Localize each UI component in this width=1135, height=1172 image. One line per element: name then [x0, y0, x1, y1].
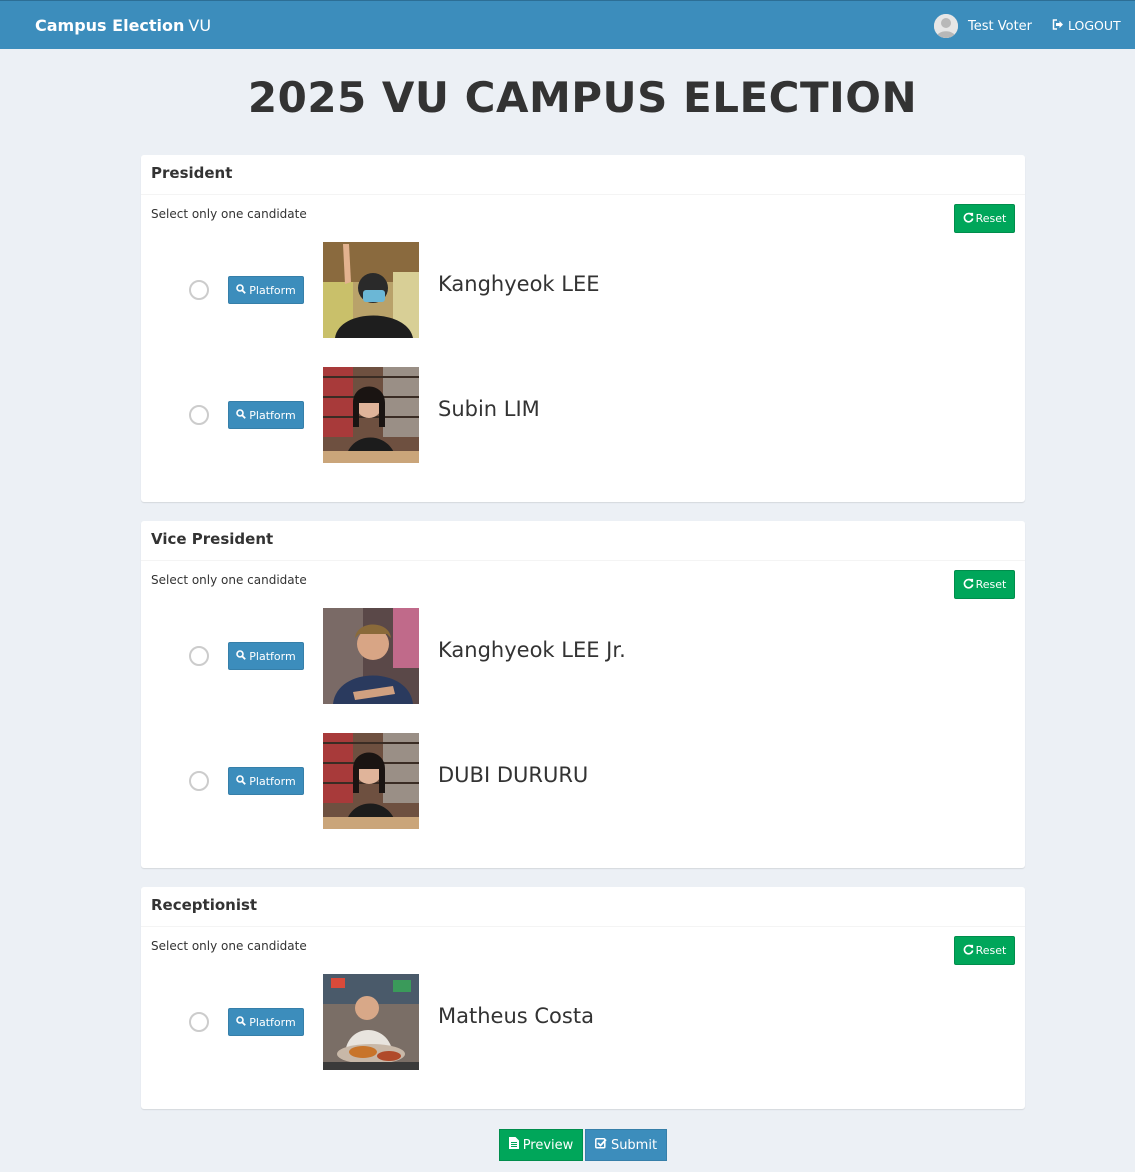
- position-box-vice-president: Vice President Select only one candidate…: [141, 521, 1025, 868]
- candidate-name: DUBI DURURU: [438, 763, 589, 787]
- submit-button[interactable]: Submit: [585, 1129, 667, 1161]
- search-icon: [236, 408, 249, 422]
- platform-label: Platform: [249, 283, 296, 297]
- platform-label: Platform: [249, 649, 296, 663]
- brand-name: Campus Election: [35, 16, 185, 35]
- search-icon: [236, 649, 249, 663]
- search-icon: [236, 1015, 249, 1029]
- reset-label: Reset: [975, 944, 1007, 957]
- submit-label: Submit: [610, 1137, 658, 1153]
- candidate-radio[interactable]: [189, 405, 209, 425]
- candidate-photo: [323, 242, 419, 338]
- candidate-name: Kanghyeok LEE: [438, 272, 600, 296]
- candidate-row: Platform Kanghyeok LEE Jr.: [141, 608, 1025, 704]
- preview-label: Preview: [522, 1137, 574, 1153]
- candidate-photo: [323, 608, 419, 704]
- refresh-icon: [963, 578, 976, 592]
- refresh-icon: [963, 944, 976, 958]
- position-title: Receptionist: [141, 887, 1025, 927]
- candidate-photo: [323, 974, 419, 1070]
- candidate-photo: [323, 367, 419, 463]
- app-brand[interactable]: Campus Election VU: [35, 16, 211, 35]
- platform-button[interactable]: Platform: [228, 1008, 304, 1036]
- position-instruction: Select only one candidate: [151, 939, 307, 953]
- platform-button[interactable]: Platform: [228, 276, 304, 304]
- position-box-president: President Select only one candidate Rese…: [141, 155, 1025, 502]
- position-title: Vice President: [141, 521, 1025, 561]
- logout-link[interactable]: LOGOUT: [1052, 18, 1121, 33]
- position-title: President: [141, 155, 1025, 195]
- candidate-photo: [323, 733, 419, 829]
- logout-label: LOGOUT: [1068, 18, 1121, 33]
- candidate-name: Kanghyeok LEE Jr.: [438, 638, 626, 662]
- position-box-receptionist: Receptionist Select only one candidate R…: [141, 887, 1025, 1109]
- page-title: 2025 VU CAMPUS ELECTION: [247, 73, 918, 122]
- candidate-name: Matheus Costa: [438, 1004, 594, 1028]
- candidate-radio[interactable]: [189, 646, 209, 666]
- reset-label: Reset: [975, 212, 1007, 225]
- candidate-row: Platform Subin LIM: [141, 367, 1025, 463]
- candidate-row: Platform Kanghyeok LEE: [141, 242, 1025, 338]
- platform-label: Platform: [249, 774, 296, 788]
- file-text-icon: [508, 1137, 523, 1153]
- candidate-row: Platform Matheus Costa: [141, 974, 1025, 1070]
- search-icon: [236, 283, 249, 297]
- candidate-radio[interactable]: [189, 771, 209, 791]
- candidate-radio[interactable]: [189, 280, 209, 300]
- platform-button[interactable]: Platform: [228, 767, 304, 795]
- check-square-icon: [594, 1137, 611, 1153]
- user-name: Test Voter: [968, 18, 1033, 34]
- user-menu[interactable]: Test Voter: [934, 14, 1032, 38]
- platform-button[interactable]: Platform: [228, 401, 304, 429]
- candidate-row: Platform DUBI DURURU: [141, 733, 1025, 829]
- candidate-name: Subin LIM: [438, 397, 540, 421]
- user-avatar: [934, 14, 958, 38]
- platform-button[interactable]: Platform: [228, 642, 304, 670]
- candidate-radio[interactable]: [189, 1012, 209, 1032]
- position-instruction: Select only one candidate: [151, 573, 307, 587]
- platform-label: Platform: [249, 1015, 296, 1029]
- reset-label: Reset: [975, 578, 1007, 591]
- brand-suffix: VU: [188, 16, 212, 35]
- top-navbar: Campus Election VU Test Voter LOGOUT: [0, 0, 1135, 49]
- reset-button[interactable]: Reset: [954, 936, 1015, 965]
- position-instruction: Select only one candidate: [151, 207, 307, 221]
- platform-label: Platform: [249, 408, 296, 422]
- reset-button[interactable]: Reset: [954, 204, 1015, 233]
- sign-out-icon: [1052, 18, 1068, 33]
- preview-button[interactable]: Preview: [499, 1129, 583, 1161]
- refresh-icon: [963, 212, 976, 226]
- search-icon: [236, 774, 249, 788]
- reset-button[interactable]: Reset: [954, 570, 1015, 599]
